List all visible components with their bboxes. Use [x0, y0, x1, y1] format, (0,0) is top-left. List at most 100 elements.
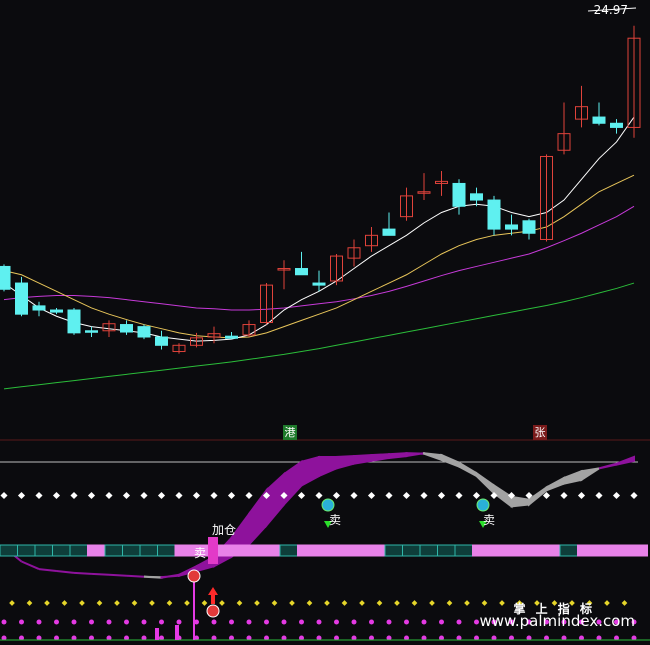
- signal-dot: [299, 619, 304, 625]
- band-cell: [437, 544, 456, 557]
- signal-dot: [19, 619, 24, 625]
- candle: [592, 102, 606, 126]
- signal-dot: [404, 619, 409, 625]
- signal-dot: [245, 491, 253, 500]
- candle: [85, 326, 98, 337]
- candle-body: [155, 336, 168, 346]
- signal-dot: [394, 600, 400, 606]
- band-cell: [139, 544, 158, 557]
- candle-body: [592, 116, 606, 124]
- signal-dot: [411, 600, 418, 606]
- ribbon-segment: [440, 453, 460, 468]
- buy-ball: [206, 604, 220, 618]
- sell-signal-3: 卖: [194, 546, 207, 560]
- sell-signal-2: 卖: [483, 513, 496, 527]
- signal-dot: [429, 600, 435, 606]
- candle: [557, 102, 571, 155]
- signal-dot: [351, 619, 357, 625]
- signal-dot: [227, 491, 236, 500]
- signal-dot: [17, 491, 26, 500]
- ribbon-segment: [126, 574, 145, 578]
- ribbon-segment: [458, 460, 478, 478]
- ribbon-segment: [318, 456, 338, 478]
- sell-ball: [321, 498, 335, 512]
- band-cell: [332, 544, 351, 557]
- signal-dot: [341, 600, 348, 606]
- band-cell: [297, 544, 316, 557]
- band-cell: [17, 544, 36, 557]
- ribbon-segment: [580, 467, 600, 482]
- candle-body: [50, 309, 63, 313]
- candle: [50, 307, 63, 315]
- signal-dot: [61, 600, 68, 606]
- band-cell: [314, 544, 333, 557]
- band-cell: [577, 544, 596, 557]
- ribbon-segment: [21, 560, 40, 571]
- signal-dot: [297, 491, 306, 500]
- signal-dot: [315, 491, 323, 500]
- band-cell: [542, 544, 561, 557]
- signal-dot: [79, 600, 85, 606]
- signal-dot: [26, 600, 33, 606]
- signal-dot: [114, 600, 120, 606]
- band-cell: [174, 544, 193, 557]
- candle: [487, 195, 501, 236]
- signal-dot: [359, 600, 365, 606]
- candle: [120, 320, 133, 335]
- signal-dot: [376, 600, 383, 606]
- signal-dot: [219, 600, 225, 606]
- sell-signal-1: 卖: [329, 513, 342, 527]
- candle: [172, 343, 186, 354]
- buy-ball: [187, 569, 201, 583]
- signal-dot: [254, 600, 260, 606]
- add-position-signal: 加仓: [212, 523, 237, 537]
- signal-dot: [211, 619, 217, 625]
- candle: [242, 320, 256, 337]
- ribbon-segment: [108, 573, 127, 577]
- band-cell: [104, 544, 123, 557]
- signal-dot: [604, 600, 610, 606]
- candle-body: [85, 330, 98, 333]
- candle-body: [137, 326, 151, 338]
- candle-body: [382, 228, 396, 236]
- band-cell: [227, 544, 246, 557]
- watermark-url: www.palmindex.com: [479, 612, 635, 630]
- candle-body: [470, 193, 483, 201]
- signal-dot: [70, 491, 78, 500]
- ribbon-segment: [38, 568, 57, 572]
- band-cell: [419, 544, 438, 557]
- price-panel: [0, 7, 650, 441]
- ma10-line: [3, 174, 635, 339]
- ribbon-segment: [510, 495, 530, 508]
- band-cell: [34, 544, 53, 557]
- candle: [277, 260, 291, 290]
- add-marker: [208, 537, 218, 564]
- candle: [417, 173, 431, 201]
- signal-dot: [1, 619, 7, 625]
- candle-body: [487, 199, 501, 230]
- candle-body: [505, 224, 518, 230]
- signal-dot: [0, 491, 8, 500]
- band-cell: [612, 544, 631, 557]
- signal-dot: [87, 491, 96, 500]
- band-cell: [454, 544, 473, 557]
- signal-dot: [89, 619, 94, 625]
- candle: [627, 25, 641, 138]
- volume-bar: [175, 625, 179, 640]
- ribbon-segment: [265, 471, 285, 529]
- stock-chart: [0, 7, 650, 641]
- candle: [15, 276, 28, 317]
- last-price-label: 24.97: [593, 3, 628, 17]
- band-cell: [52, 544, 71, 557]
- candle-body: [0, 265, 11, 290]
- signal-dot: [421, 619, 427, 625]
- signal-dot: [71, 619, 77, 625]
- band-cell: [0, 544, 18, 557]
- signal-dot: [464, 600, 470, 606]
- signal-dot: [455, 491, 463, 500]
- ribbon-segment: [73, 571, 92, 575]
- candle: [0, 264, 11, 292]
- band-cell: [594, 544, 613, 557]
- band-cell: [507, 544, 526, 557]
- buy-arrow: [208, 587, 218, 595]
